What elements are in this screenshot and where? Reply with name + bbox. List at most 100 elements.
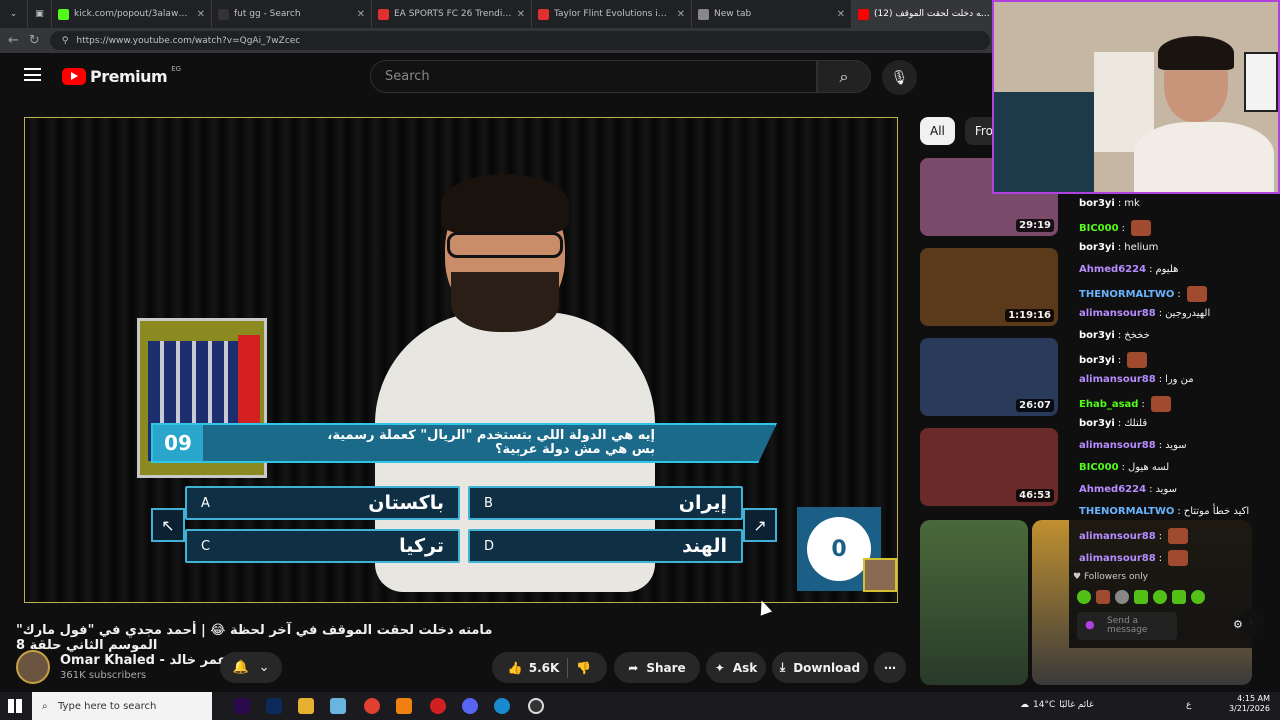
discord-icon[interactable] <box>462 698 478 714</box>
workspaces-button[interactable]: ▣ <box>28 0 52 28</box>
score-value: 0 <box>807 517 871 581</box>
chat-username[interactable]: alimansour88 <box>1079 374 1156 385</box>
youtube-logo[interactable]: Premium EG <box>62 65 181 86</box>
browser-tab-2[interactable]: EA SPORTS FC 26 Trending Evolu ✕ <box>372 0 532 28</box>
browser-tab-5[interactable]: (12) مامته دخلت لحقت الموقف✕ <box>852 0 1012 28</box>
close-icon[interactable]: ✕ <box>677 9 685 20</box>
answer-d-letter: D <box>484 538 495 554</box>
chat-username[interactable]: BIC000 <box>1079 223 1119 234</box>
chat-username[interactable]: THENORMALTWO <box>1079 289 1174 300</box>
tab-title: New tab <box>714 9 752 19</box>
chevron-down-icon: ⌄ <box>9 9 18 19</box>
video-player[interactable]: إيه هي الدولة اللي بتستخدم "الريال" كعمل… <box>24 117 898 603</box>
ask-button[interactable]: ✦ Ask <box>706 652 766 683</box>
browser-tab-3[interactable]: Taylor Flint Evolutions in EA FC 2 ✕ <box>532 0 692 28</box>
back-button[interactable]: ← <box>8 33 19 48</box>
logo-text: Premium <box>90 67 168 86</box>
share-button[interactable]: ➦ Share <box>614 652 700 683</box>
related-video-3[interactable]: 46:53 <box>920 428 1058 506</box>
url-field[interactable]: ⚲ https://www.youtube.com/watch?v=QgAi_7… <box>49 31 990 50</box>
chat-username[interactable]: bor3yi <box>1079 418 1115 429</box>
weather-widget[interactable]: ☁ 14°C غائم غالبًا <box>1020 700 1094 710</box>
dislike-button[interactable]: 👎 <box>576 661 591 675</box>
more-actions-button[interactable]: ⋯ <box>874 652 906 683</box>
settings-icon[interactable]: ⚙ <box>1233 618 1243 631</box>
video-duration: 26:07 <box>1016 399 1054 412</box>
browser-tab-4[interactable]: New tab ✕ <box>692 0 852 28</box>
search-input[interactable]: Search <box>370 60 817 93</box>
chat-message: alimansour88: سويد <box>1079 440 1187 451</box>
system-clock[interactable]: 4:15 AM 3/21/2026 <box>1229 694 1270 715</box>
vlc-icon[interactable] <box>396 698 412 714</box>
thumbs-up-icon: 👍 <box>507 660 523 675</box>
close-icon[interactable]: ✕ <box>197 9 205 20</box>
reload-button[interactable]: ↻ <box>29 33 40 48</box>
tab-favicon-icon <box>378 8 389 20</box>
file-explorer-icon[interactable] <box>298 698 314 714</box>
related-video-2[interactable]: 26:07 <box>920 338 1058 416</box>
photoshop-icon[interactable] <box>266 698 282 714</box>
chat-username[interactable]: bor3yi <box>1079 242 1115 253</box>
browser-tab-1[interactable]: fut gg - Search ✕ <box>212 0 372 28</box>
chrome-icon[interactable] <box>364 698 380 714</box>
menu-icon[interactable] <box>24 68 41 81</box>
notepad-icon[interactable] <box>330 698 346 714</box>
lifeline-left-icon: ↖ <box>151 508 185 542</box>
tab-favicon-icon <box>218 8 229 20</box>
microphone-icon: 🎙 <box>890 69 909 86</box>
download-button[interactable]: ⤓ Download <box>772 652 868 683</box>
microphone-icon[interactable]: ● <box>1085 618 1095 631</box>
channel-name[interactable]: Omar Khaled - عمر خالد <box>60 653 226 668</box>
windows-taskbar: ⌕ Type here to search ☁ 14°C غائم غالبًا… <box>0 692 1280 720</box>
language-indicator[interactable]: ع <box>1186 700 1191 710</box>
taskbar-search[interactable]: ⌕ Type here to search <box>32 692 212 720</box>
chat-username[interactable]: bor3yi <box>1079 198 1115 209</box>
answer-a: A باكستان <box>185 486 460 520</box>
chat-username[interactable]: alimansour88 <box>1079 308 1156 319</box>
emote-icon <box>1130 220 1151 236</box>
chip-all[interactable]: All <box>920 117 955 145</box>
chat-username[interactable]: bor3yi <box>1079 355 1115 366</box>
edge-icon[interactable] <box>494 698 510 714</box>
tab-title: fut gg - Search <box>234 9 301 19</box>
chat-username[interactable]: BIC000 <box>1079 462 1119 473</box>
windows-start-button[interactable] <box>8 699 22 713</box>
channel-owner: Omar Khaled - عمر خالد 361K subscribers <box>16 650 226 684</box>
chat-message: Ahmed6224: هليوم <box>1079 264 1179 275</box>
taskbar-search-placeholder: Type here to search <box>58 700 157 712</box>
chat-username[interactable]: Ahmed6224 <box>1079 264 1146 275</box>
chat-message: alimansour88: من ورا <box>1079 374 1194 385</box>
chat-text: helium <box>1124 242 1159 253</box>
answer-a-text: باكستان <box>368 492 444 514</box>
chat-username[interactable]: bor3yi <box>1079 330 1115 341</box>
chat-username[interactable]: THENORMALTWO <box>1079 506 1174 517</box>
emote-bar <box>1077 590 1205 604</box>
short-video-1[interactable] <box>920 520 1028 685</box>
close-icon[interactable]: ✕ <box>517 9 525 20</box>
search-button[interactable]: ⌕ <box>817 60 871 93</box>
close-icon[interactable]: ✕ <box>357 9 365 20</box>
chat-username[interactable]: alimansour88 <box>1079 553 1156 564</box>
tab-list-button[interactable]: ⌄ <box>0 0 28 28</box>
followers-only-notice: ♥ Followers only <box>1073 572 1148 582</box>
related-video-1[interactable]: 1:19:16 <box>920 248 1058 326</box>
chat-username[interactable]: alimansour88 <box>1079 440 1156 451</box>
chat-message: Ahmed6224: سويد <box>1079 484 1178 495</box>
premiere-icon[interactable] <box>234 698 250 714</box>
wps-icon[interactable] <box>430 698 446 714</box>
obs-icon[interactable] <box>528 698 544 714</box>
close-icon[interactable]: ✕ <box>837 9 845 20</box>
chat-text: سويد <box>1155 484 1178 495</box>
like-button[interactable]: 👍 5.6K <box>508 661 560 675</box>
voice-search-button[interactable]: 🎙 <box>882 60 917 95</box>
site-info-icon[interactable]: ⚲ <box>62 36 69 46</box>
webcam-overlay <box>992 0 1280 194</box>
sparkle-icon: ✦ <box>714 660 725 675</box>
chat-username[interactable]: Ahmed6224 <box>1079 484 1146 495</box>
channel-avatar[interactable] <box>16 650 50 684</box>
chat-message: bor3yi: helium <box>1079 242 1159 253</box>
chat-username[interactable]: alimansour88 <box>1079 531 1156 542</box>
subscription-bell-button[interactable]: 🔔 ⌄ <box>220 652 282 683</box>
chat-username[interactable]: Ehab_asad <box>1079 399 1138 410</box>
browser-tab-0[interactable]: kick.com/popout/3alawyhd/ ✕ <box>52 0 212 28</box>
